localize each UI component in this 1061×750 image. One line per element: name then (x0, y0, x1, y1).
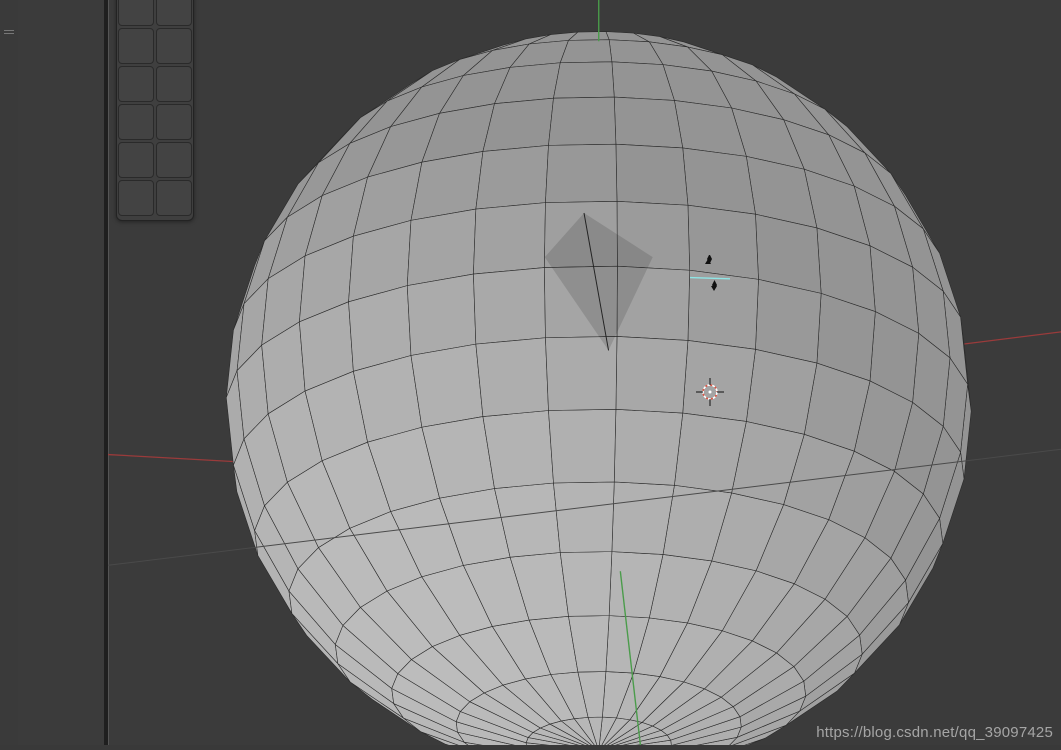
tool-edge-slide[interactable] (156, 142, 192, 178)
sphere-render (108, 0, 1061, 745)
tool-bevel[interactable] (156, 28, 192, 64)
tool-loop-cut[interactable] (118, 66, 154, 102)
tool-spin[interactable] (156, 104, 192, 140)
tool-extrude-region[interactable] (118, 0, 154, 26)
tool-smooth[interactable] (118, 142, 154, 178)
drag-handle-icon[interactable] (4, 30, 14, 36)
tool-extrude-individual[interactable] (156, 0, 192, 26)
tool-shrink-fatten[interactable] (118, 180, 154, 216)
tool-panel (116, 0, 194, 221)
tool-rip-region[interactable] (156, 180, 192, 216)
tool-inset-faces[interactable] (118, 28, 154, 64)
app-left-strip (0, 0, 19, 745)
tool-knife[interactable] (156, 66, 192, 102)
sphere-mesh[interactable] (226, 32, 971, 745)
tool-poly-build[interactable] (118, 104, 154, 140)
viewport-3d[interactable]: https://blog.csdn.net/qq_39097425 (18, 0, 1061, 745)
scene-3d[interactable] (108, 0, 1061, 745)
